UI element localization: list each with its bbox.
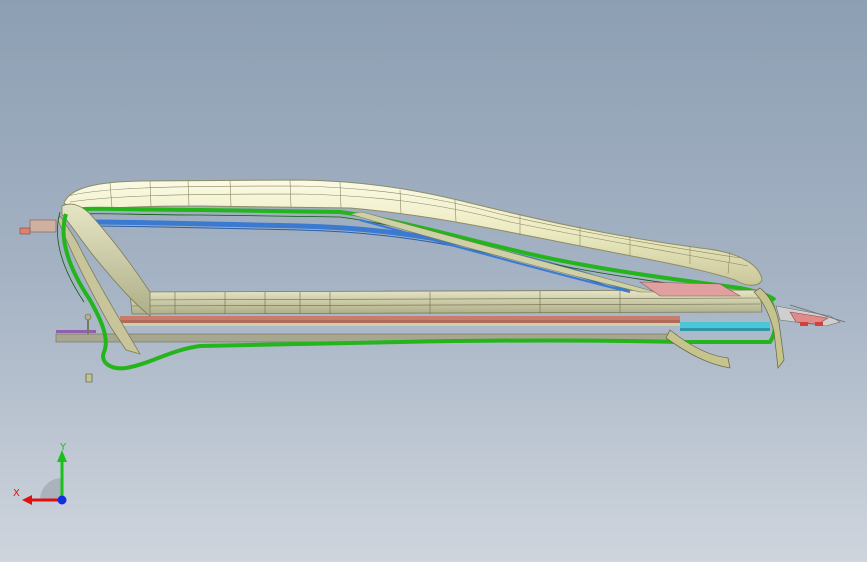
left-end-bracket [19, 219, 93, 383]
x-axis-label: X [13, 488, 20, 499]
y-axis-label: Y [59, 442, 67, 453]
z-axis-icon [57, 495, 67, 505]
axis-triad: Y X [13, 442, 67, 505]
cad-viewport[interactable]: Y X [0, 0, 867, 562]
lower-layers [55, 316, 770, 343]
windshield-frame-model[interactable] [0, 0, 867, 562]
